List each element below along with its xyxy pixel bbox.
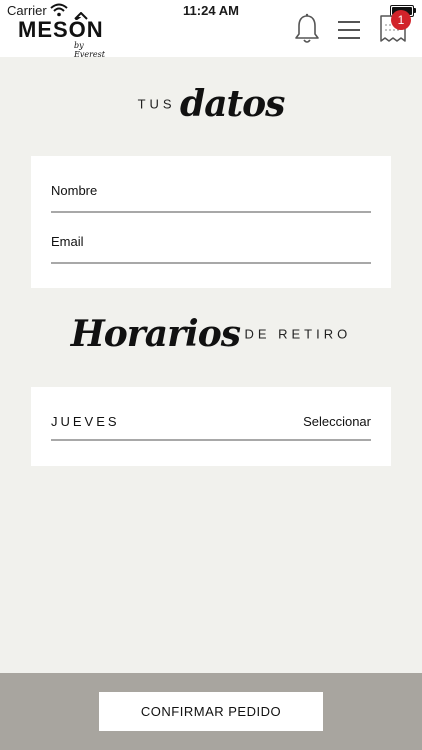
app-logo[interactable]: MESÓN by Everest [18, 12, 105, 59]
footer-bar: CONFIRMAR PEDIDO [0, 673, 422, 750]
name-field[interactable]: Nombre [51, 183, 375, 213]
confirm-order-button[interactable]: CONFIRMAR PEDIDO [99, 692, 323, 731]
logo-wordmark: MESÓN [18, 17, 104, 42]
app-header: Carrier 11:24 AM MESÓN by Everest 1 [0, 0, 422, 59]
pickup-day-label: JUEVES [51, 414, 120, 429]
email-field[interactable]: Email [51, 234, 375, 264]
section-title-horarios: Horarios DE RETIRO [0, 313, 422, 355]
email-input[interactable] [51, 234, 375, 264]
logo-subtext: by Everest [74, 41, 105, 59]
name-input[interactable] [51, 183, 375, 213]
section-title-datos: TUS datos [0, 83, 422, 125]
cart-count-badge[interactable]: 1 [391, 10, 411, 30]
battery-cap [414, 8, 416, 13]
title-horarios-script: Horarios [70, 313, 241, 355]
title-horarios-suffix: DE RETIRO [244, 326, 352, 342]
datos-card: Nombre Email [31, 156, 391, 288]
menu-icon[interactable] [336, 19, 362, 41]
title-datos-script: datos [180, 83, 285, 125]
title-datos-prefix: TUS [137, 96, 176, 112]
pickup-time-select[interactable]: Seleccionar [303, 414, 371, 429]
pickup-day-row[interactable]: JUEVES Seleccionar [51, 412, 371, 441]
bell-icon[interactable] [293, 13, 321, 45]
horario-card: JUEVES Seleccionar [31, 387, 391, 466]
